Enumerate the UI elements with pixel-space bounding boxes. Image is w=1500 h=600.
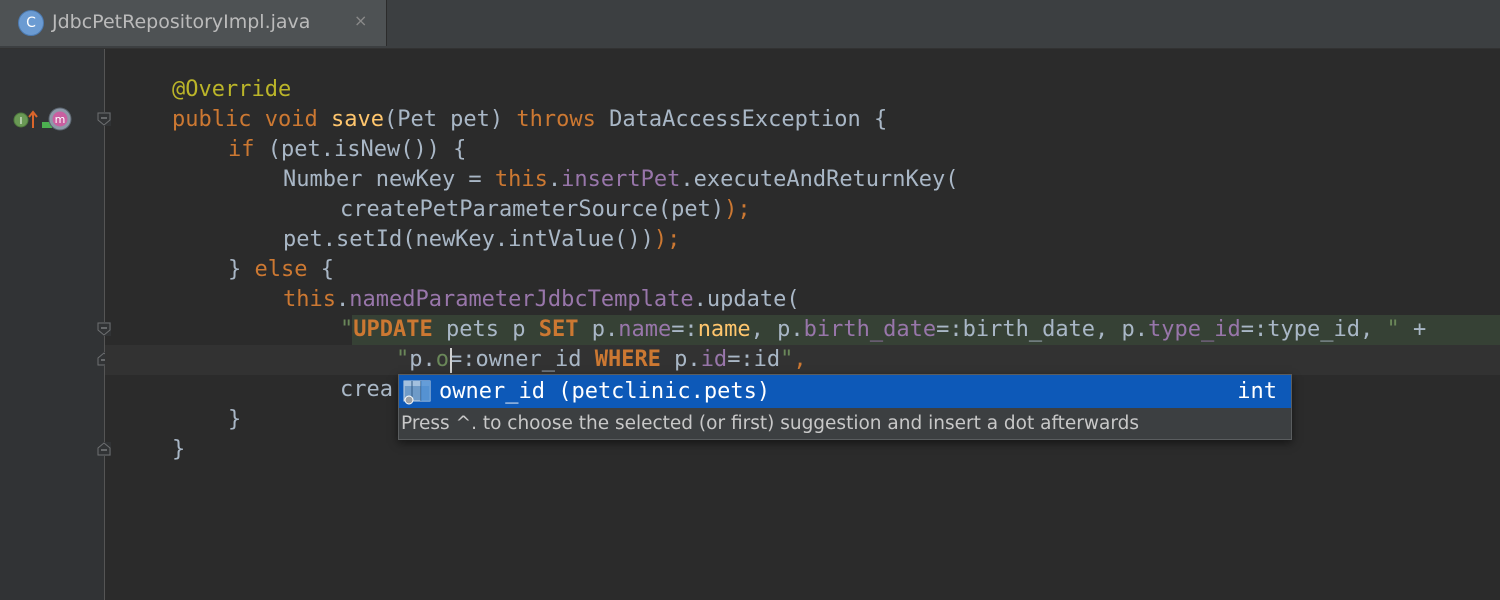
method-name-token: save: [330, 107, 384, 132]
editor-tab[interactable]: C JdbcPetRepositoryImpl.java ×: [0, 0, 387, 46]
completion-item-type: int: [1237, 379, 1277, 404]
code-line-13[interactable]: }: [172, 435, 185, 465]
sql-text: p.: [660, 347, 701, 372]
string-quote: ": [1386, 317, 1400, 342]
sql-text: pets p: [432, 317, 539, 342]
code-line-12[interactable]: }: [228, 405, 241, 435]
sql-column-token: birth_date: [803, 317, 937, 342]
code-text: createPetParameterSource(pet): [340, 197, 725, 222]
implements-up-icon[interactable]: I: [13, 110, 38, 128]
sql-text: =:id: [727, 347, 781, 372]
impl-letter-i: I: [20, 116, 23, 127]
completion-item-selected[interactable]: owner_id (petclinic.pets) int: [399, 375, 1291, 408]
sql-text: p.: [578, 317, 619, 342]
code-line-9[interactable]: "UPDATE pets p SET p.name=:name, p.birth…: [340, 315, 1426, 345]
method-m-icon[interactable]: m: [42, 107, 72, 131]
code-text: .: [547, 167, 562, 192]
sql-column-token: name: [618, 317, 672, 342]
code-text: DataAccessException {: [595, 107, 888, 132]
sql-keyword-token: SET: [538, 317, 579, 342]
code-text: Number newKey =: [283, 167, 495, 192]
string-quote: ": [780, 347, 794, 372]
code-line-6[interactable]: pet.setId(newKey.intValue()));: [283, 225, 680, 255]
code-line-7[interactable]: } else {: [228, 255, 334, 285]
code-line-1[interactable]: @Override: [172, 75, 291, 105]
code-line-3[interactable]: if (pet.isNew()) {: [228, 135, 466, 165]
fold-marker-icon[interactable]: [97, 322, 111, 336]
code-line-10[interactable]: "p.o=:owner_id WHERE p.id=:id",: [396, 345, 807, 375]
fold-end-marker-icon[interactable]: [97, 442, 111, 456]
field-token: namedParameterJdbcTemplate: [349, 287, 694, 312]
sql-text: =:type_id,: [1240, 317, 1387, 342]
sql-text: , p.: [750, 317, 804, 342]
field-token: insertPet: [561, 167, 681, 192]
comma-token: ,: [793, 347, 807, 372]
code-text: (pet.isNew()) {: [254, 137, 467, 162]
plus-operator: +: [1399, 317, 1427, 342]
code-text: pet.setId(newKey.intValue()): [283, 227, 654, 252]
code-text: {: [307, 257, 334, 282]
annotation-token: @Override: [172, 77, 292, 102]
sql-column-token: type_id: [1148, 317, 1241, 342]
keyword-token: if: [228, 137, 255, 162]
code-text: .executeAndReturnKey(: [680, 167, 959, 192]
sql-text: =:: [671, 317, 698, 342]
completion-popup[interactable]: owner_id (petclinic.pets) int Press ^. t…: [398, 374, 1292, 440]
db-column-icon: [403, 379, 431, 405]
code-text: .update(: [693, 287, 800, 312]
fold-marker-icon[interactable]: [97, 112, 111, 126]
sql-text: =:birth_date, p.: [936, 317, 1149, 342]
completion-hint: Press ^. to choose the selected (or firs…: [401, 413, 1140, 434]
code-line-4[interactable]: Number newKey = this.insertPet.executeAn…: [283, 165, 959, 195]
sql-keyword-token: UPDATE: [353, 317, 433, 342]
code-text: }: [172, 437, 186, 462]
tab-title: JdbcPetRepositoryImpl.java: [52, 11, 311, 33]
editor-tab-bar: C JdbcPetRepositoryImpl.java ×: [0, 0, 1500, 49]
text-caret: [450, 348, 452, 373]
close-icon[interactable]: ×: [354, 11, 367, 30]
semicolon-token: );: [724, 197, 751, 222]
sql-text: p.: [409, 347, 436, 372]
code-line-8[interactable]: this.namedParameterJdbcTemplate.update(: [283, 285, 800, 315]
sql-keyword-token: WHERE: [594, 347, 661, 372]
sql-param-token: name: [697, 317, 751, 342]
keyword-token: void: [264, 107, 318, 132]
code-line-11[interactable]: crea: [340, 375, 393, 405]
params-token: (Pet pet): [383, 107, 517, 132]
typed-char: o: [435, 347, 449, 372]
code-line-5[interactable]: createPetParameterSource(pet));: [340, 195, 751, 225]
code-text: }: [228, 257, 255, 282]
java-class-icon: C: [18, 10, 44, 36]
string-quote: ": [340, 317, 354, 342]
code-text: .: [335, 287, 350, 312]
keyword-token: this: [494, 167, 548, 192]
code-text: crea: [340, 377, 393, 402]
keyword-token: this: [283, 287, 336, 312]
method-letter-m: m: [55, 113, 66, 126]
sql-text: =:owner_id: [449, 347, 595, 372]
semicolon-token: );: [653, 227, 681, 252]
sql-column-token: id: [700, 347, 728, 372]
code-text: }: [228, 407, 242, 432]
completion-item-label: owner_id (petclinic.pets): [439, 379, 771, 404]
keyword-token: else: [254, 257, 308, 282]
code-line-2[interactable]: public void save(Pet pet) throws DataAcc…: [172, 105, 887, 135]
string-quote: ": [396, 347, 410, 372]
keyword-token: public: [172, 107, 252, 132]
gutter-markers[interactable]: I m: [12, 106, 76, 134]
keyword-token: throws: [516, 107, 596, 132]
